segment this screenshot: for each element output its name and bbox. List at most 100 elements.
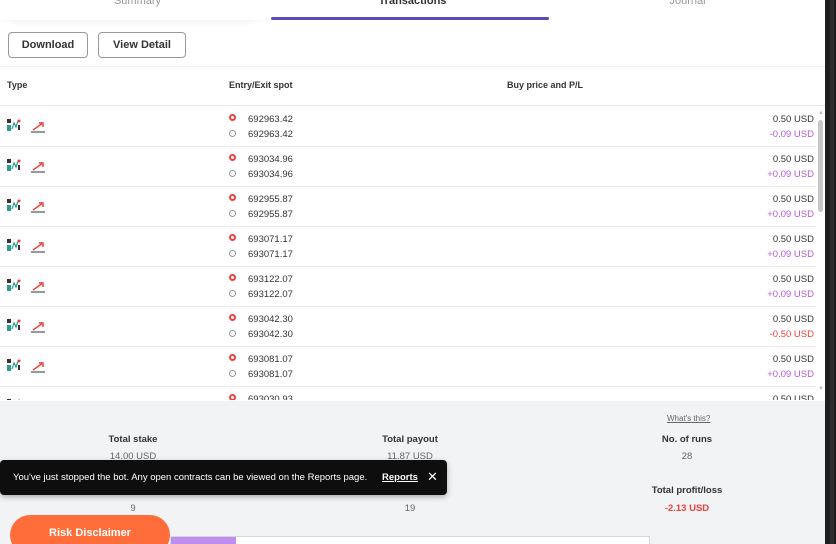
profit-loss: +0.09 USD — [767, 249, 814, 260]
profit-loss: +0.09 USD — [767, 169, 814, 180]
exit-spot: 692963.42 — [248, 129, 293, 140]
scroll-down-icon[interactable]: ▼ — [818, 386, 824, 392]
trend-up-icon — [31, 360, 46, 373]
tab-transactions[interactable]: Transactions — [275, 0, 550, 15]
exit-spot-icon — [229, 130, 236, 137]
exit-spot: 693122.07 — [248, 289, 293, 300]
view-detail-button[interactable]: View Detail — [98, 32, 186, 58]
download-button[interactable]: Download — [8, 32, 88, 58]
entry-spot: 693071.17 — [248, 234, 293, 245]
bot-stopped-toast: You've just stopped the bot. Any open co… — [0, 460, 447, 495]
runs-value: 28 — [681, 451, 693, 462]
table-row[interactable]: 693081.07 693081.07 0.50 USD +0.09 USD — [0, 347, 816, 387]
trend-up-icon — [31, 240, 46, 253]
contract-type-icon — [7, 358, 21, 371]
buy-price: 0.50 USD — [772, 234, 814, 245]
table-row[interactable]: 693030.93 0.50 USD — [0, 387, 816, 400]
entry-spot: 692955.87 — [248, 194, 293, 205]
table-row[interactable]: 693122.07 693122.07 0.50 USD +0.09 USD — [0, 267, 816, 307]
entry-spot-icon — [229, 194, 236, 201]
trend-up-icon — [31, 200, 46, 213]
exit-spot: 693034.96 — [248, 169, 293, 180]
contract-type-icon — [7, 318, 21, 331]
whats-this-link[interactable]: What's this? — [667, 414, 710, 423]
profit-loss: -0.50 USD — [769, 329, 814, 340]
close-icon[interactable]: ✕ — [427, 469, 438, 485]
entry-spot-icon — [229, 314, 236, 321]
table-row[interactable]: 693042.30 693042.30 0.50 USD -0.50 USD — [0, 307, 816, 347]
transactions-list[interactable]: 692963.42 692963.42 0.50 USD -0.09 USD 69303… — [0, 107, 816, 400]
tab-journal[interactable]: Journal — [550, 0, 825, 15]
table-row[interactable]: 693034.96 693034.96 0.50 USD +0.09 USD — [0, 147, 816, 187]
active-tab-indicator — [271, 17, 549, 20]
trend-up-icon — [31, 320, 46, 333]
entry-spot-icon — [229, 394, 236, 400]
entry-spot: 693034.96 — [248, 154, 293, 165]
entry-spot: 693122.07 — [248, 274, 293, 285]
exit-spot-icon — [229, 170, 236, 177]
buy-price: 0.50 USD — [772, 274, 814, 285]
trend-up-icon — [31, 160, 46, 173]
profit-loss: -0.09 USD — [769, 129, 814, 140]
run-progress — [170, 536, 650, 544]
entry-spot-icon — [229, 154, 236, 161]
buy-price: 0.50 USD — [772, 114, 814, 125]
table-row[interactable]: 692955.87 692955.87 0.50 USD +0.09 USD — [0, 187, 816, 227]
contract-type-icon — [7, 158, 21, 171]
scrollbar-thumb[interactable] — [818, 120, 823, 212]
header-entry-exit: Entry/Exit spot — [229, 80, 293, 90]
divider — [0, 105, 825, 106]
contracts-won-value: 9 — [130, 503, 136, 514]
risk-disclaimer-button[interactable]: Risk Disclaimer — [10, 515, 170, 544]
header-buy-pl: Buy price and P/L — [507, 80, 584, 90]
window-edge — [825, 0, 836, 544]
entry-spot-icon — [229, 274, 236, 281]
buy-price: 0.50 USD — [772, 354, 814, 365]
total-stake-label: Total stake — [108, 434, 158, 445]
profit-loss-label: Total profit/loss — [651, 485, 723, 496]
entry-spot: 693081.07 — [248, 354, 293, 365]
tab-summary[interactable]: Summary — [0, 0, 275, 15]
buy-price: 0.50 USD — [772, 314, 814, 325]
exit-spot: 693042.30 — [248, 329, 293, 340]
table-row[interactable]: 693071.17 693071.17 0.50 USD +0.09 USD — [0, 227, 816, 267]
header-type: Type — [7, 80, 28, 90]
exit-spot: 693071.17 — [248, 249, 293, 260]
entry-spot: 693030.93 — [248, 394, 293, 400]
trend-up-icon — [31, 280, 46, 293]
exit-spot: 693081.07 — [248, 369, 293, 380]
profit-loss-value: -2.13 USD — [664, 503, 710, 514]
reports-link[interactable]: Reports — [382, 472, 418, 483]
scroll-up-icon[interactable]: ▲ — [818, 110, 824, 116]
entry-spot: 693042.30 — [248, 314, 293, 325]
run-progress-fill — [171, 537, 236, 544]
exit-spot-icon — [229, 370, 236, 377]
exit-spot: 692955.87 — [248, 209, 293, 220]
contract-type-icon — [7, 238, 21, 251]
runs-label: No. of runs — [661, 434, 713, 445]
table-header: Type Entry/Exit spot Buy price and P/L — [0, 80, 825, 94]
exit-spot-icon — [229, 290, 236, 297]
buy-price: 0.50 USD — [772, 394, 814, 400]
profit-loss: +0.09 USD — [767, 209, 814, 220]
toast-message: You've just stopped the bot. Any open co… — [13, 472, 368, 483]
buy-price: 0.50 USD — [772, 194, 814, 205]
profit-loss: +0.09 USD — [767, 289, 814, 300]
total-payout-label: Total payout — [382, 434, 438, 445]
entry-spot: 692963.42 — [248, 114, 293, 125]
table-row[interactable]: 692963.42 692963.42 0.50 USD -0.09 USD — [0, 107, 816, 147]
buy-price: 0.50 USD — [772, 154, 814, 165]
contract-type-icon — [7, 118, 21, 131]
profit-loss: +0.09 USD — [767, 369, 814, 380]
exit-spot-icon — [229, 210, 236, 217]
contracts-lost-value: 19 — [404, 503, 416, 514]
contract-type-icon — [7, 398, 21, 400]
entry-spot-icon — [229, 354, 236, 361]
trend-up-icon — [31, 120, 46, 133]
contract-type-icon — [7, 198, 21, 211]
entry-spot-icon — [229, 114, 236, 121]
entry-spot-icon — [229, 234, 236, 241]
divider — [0, 66, 825, 67]
contract-type-icon — [7, 278, 21, 291]
exit-spot-icon — [229, 330, 236, 337]
